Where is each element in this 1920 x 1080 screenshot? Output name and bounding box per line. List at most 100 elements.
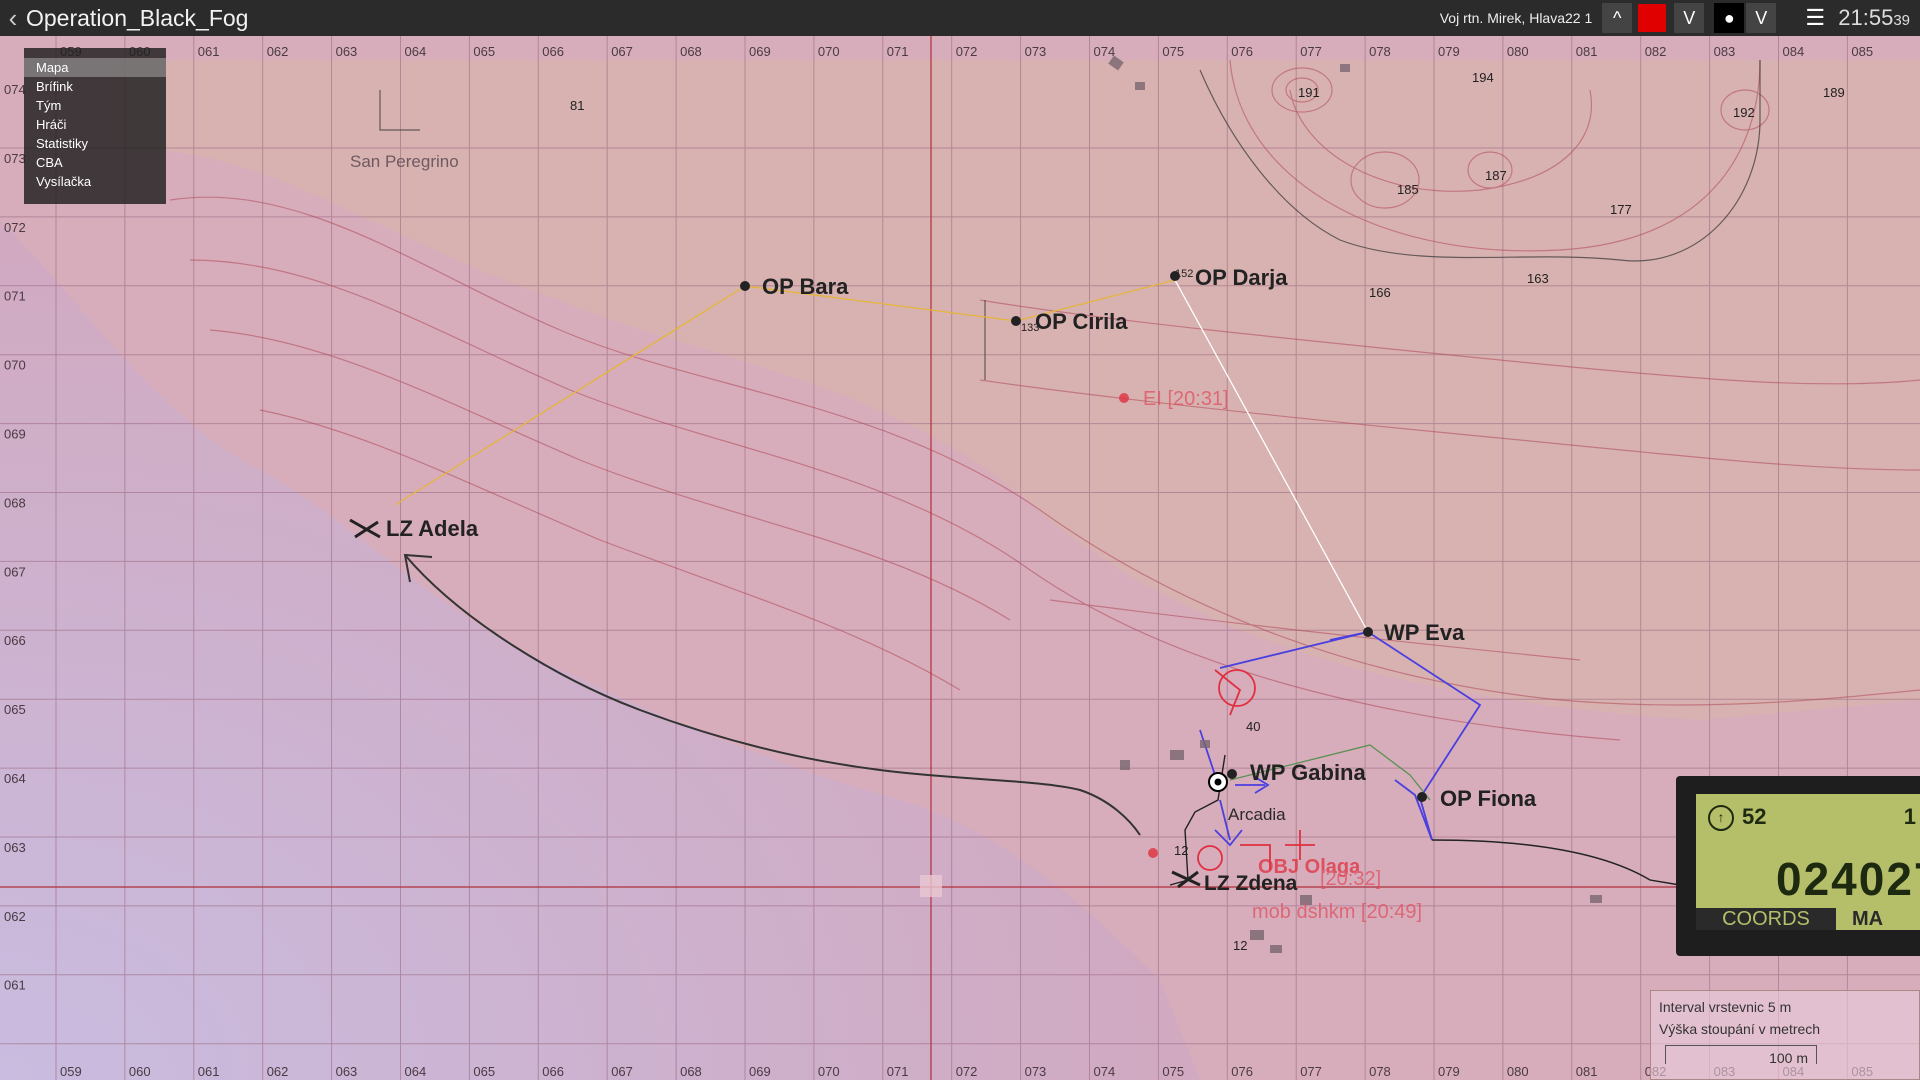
- grid-y-label: 069: [4, 427, 26, 442]
- menu-item-mapa[interactable]: Mapa: [24, 58, 166, 77]
- grid-x-label: 078: [1369, 44, 1391, 59]
- grid-x-label: 068: [680, 1064, 702, 1079]
- grid-x-label: 062: [267, 1064, 289, 1079]
- grid-x-label: 069: [749, 44, 771, 59]
- grid-x-label: 070: [818, 1064, 840, 1079]
- elevation-label: 192: [1733, 105, 1755, 120]
- clock-seconds: 39: [1893, 12, 1910, 29]
- elevation-label: 189: [1823, 85, 1845, 100]
- marker-wp-gabina[interactable]: WP Gabina: [1250, 760, 1366, 785]
- town-arcadia: Arcadia: [1228, 805, 1286, 824]
- grid-x-label: 072: [956, 44, 978, 59]
- menu-item-tym[interactable]: Tým: [24, 96, 166, 115]
- marker-color-swatch[interactable]: [1638, 4, 1667, 32]
- marker-mob-dshkm[interactable]: mob dshkm [20:49]: [1252, 901, 1422, 923]
- marker-op-cirila[interactable]: OP Cirila: [1035, 309, 1128, 334]
- grid-x-label: 082: [1645, 44, 1667, 59]
- menu-item-hraci[interactable]: Hráči: [24, 115, 166, 134]
- marker-time-2032[interactable]: [20:32]: [1320, 868, 1381, 890]
- mission-title: Operation_Black_Fog: [26, 4, 249, 31]
- town-san-peregrino: San Peregrino: [350, 152, 459, 171]
- grid-x-label: 083: [1714, 44, 1736, 59]
- grid-y-label: 072: [4, 220, 26, 235]
- grid-x-label: 081: [1576, 44, 1598, 59]
- grid-x-label: 079: [1438, 44, 1460, 59]
- grid-x-label: 065: [473, 44, 495, 59]
- player-name: Voj rtn. Mirek, Hlava22 1: [1439, 10, 1593, 26]
- gps-heading-extra: 1: [1903, 804, 1916, 829]
- elevation-label: 133: [1021, 322, 1039, 334]
- grid-x-label: 060: [129, 1064, 151, 1079]
- elevation-label: 166: [1369, 285, 1391, 300]
- grid-x-label: 074: [1094, 1064, 1116, 1079]
- grid-x-label: 064: [405, 1064, 427, 1079]
- marker-op-fiona[interactable]: OP Fiona: [1440, 786, 1537, 811]
- elevation-label: 191: [1298, 85, 1320, 100]
- grid-x-label: 081: [1576, 1064, 1598, 1079]
- grid-y-label: 067: [4, 564, 26, 579]
- grid-x-label: 068: [680, 44, 702, 59]
- grid-x-label: 076: [1231, 44, 1253, 59]
- grid-x-label: 072: [956, 1064, 978, 1079]
- menu-item-cba[interactable]: CBA: [24, 153, 166, 172]
- marker-dot-icon[interactable]: ●: [1714, 3, 1745, 33]
- grid-y-label: 065: [4, 702, 26, 717]
- top-bar: ‹ Operation_Black_Fog Voj rtn. Mirek, Hl…: [0, 0, 1920, 36]
- elevation-label: 177: [1610, 202, 1632, 217]
- chevron-up-icon[interactable]: ^: [1602, 3, 1633, 33]
- grid-x-label: 073: [1025, 44, 1047, 59]
- menu-item-statistiky[interactable]: Statistiky: [24, 134, 166, 153]
- grid-x-label: 075: [1162, 44, 1184, 59]
- elevation-label: 163: [1527, 271, 1549, 286]
- legend-scale: 100 m: [1665, 1045, 1817, 1066]
- marker-op-bara[interactable]: OP Bara: [762, 274, 849, 299]
- grid-x-label: 070: [818, 44, 840, 59]
- chevron-down-icon[interactable]: V: [1674, 3, 1705, 33]
- grid-y-label: 064: [4, 771, 26, 786]
- grid-x-label: 061: [198, 44, 220, 59]
- grid-x-label: 073: [1025, 1064, 1047, 1079]
- grid-x-label: 085: [1851, 44, 1873, 59]
- grid-x-label: 077: [1300, 44, 1322, 59]
- layers-icon[interactable]: ☰: [1800, 3, 1830, 33]
- marker-op-darja[interactable]: OP Darja: [1195, 265, 1288, 290]
- grid-x-label: 078: [1369, 1064, 1391, 1079]
- marker-enemy-ei[interactable]: EI [20:31]: [1143, 388, 1229, 410]
- marker-lz-adela[interactable]: LZ Adela: [386, 516, 479, 541]
- grid-y-label: 062: [4, 909, 26, 924]
- gps-heading-value: 52: [1742, 804, 1767, 829]
- grid-x-label: 077: [1300, 1064, 1322, 1079]
- compass-icon: ↑: [1708, 805, 1734, 832]
- clock-time: 21:55: [1838, 5, 1894, 30]
- marker-wp-eva[interactable]: WP Eva: [1384, 620, 1465, 645]
- gps-tab-map[interactable]: MA: [1840, 908, 1920, 930]
- gps-device[interactable]: ↑ 52 1 024027 COORDS MA: [1676, 776, 1920, 956]
- back-icon[interactable]: ‹: [0, 3, 26, 34]
- elevation-label: 185: [1397, 182, 1419, 197]
- legend-scale-label: 100 m: [1769, 1050, 1808, 1066]
- elevation-label: 194: [1472, 70, 1494, 85]
- grid-x-label: 084: [1783, 44, 1805, 59]
- legend-contour-interval: Interval vrstevnic 5 m: [1659, 999, 1792, 1015]
- grid-x-label: 071: [887, 44, 909, 59]
- map-canvas[interactable]: 0590590600600610610620620630630640640650…: [0, 0, 1920, 1080]
- grid-x-label: 074: [1094, 44, 1116, 59]
- grid-x-label: 067: [611, 44, 633, 59]
- grid-y-label: 061: [4, 978, 26, 993]
- gps-screen: ↑ 52 1 024027 COORDS MA: [1696, 794, 1920, 930]
- grid-x-label: 066: [542, 1064, 564, 1079]
- elevation-label: 12: [1233, 938, 1247, 953]
- grid-x-label: 069: [749, 1064, 771, 1079]
- grid-x-label: 065: [473, 1064, 495, 1079]
- grid-x-label: 064: [405, 44, 427, 59]
- menu-item-vysilacka[interactable]: Vysílačka: [24, 172, 166, 191]
- grid-x-label: 066: [542, 44, 564, 59]
- gps-tab-coords[interactable]: COORDS: [1696, 908, 1836, 930]
- grid-x-label: 063: [336, 44, 358, 59]
- grid-y-label: 066: [4, 633, 26, 648]
- grid-x-label: 067: [611, 1064, 633, 1079]
- menu-item-brifink[interactable]: Brífink: [24, 77, 166, 96]
- elevation-label: 152: [1175, 268, 1193, 280]
- grid-x-label: 075: [1162, 1064, 1184, 1079]
- chevron-down-icon[interactable]: V: [1746, 3, 1777, 33]
